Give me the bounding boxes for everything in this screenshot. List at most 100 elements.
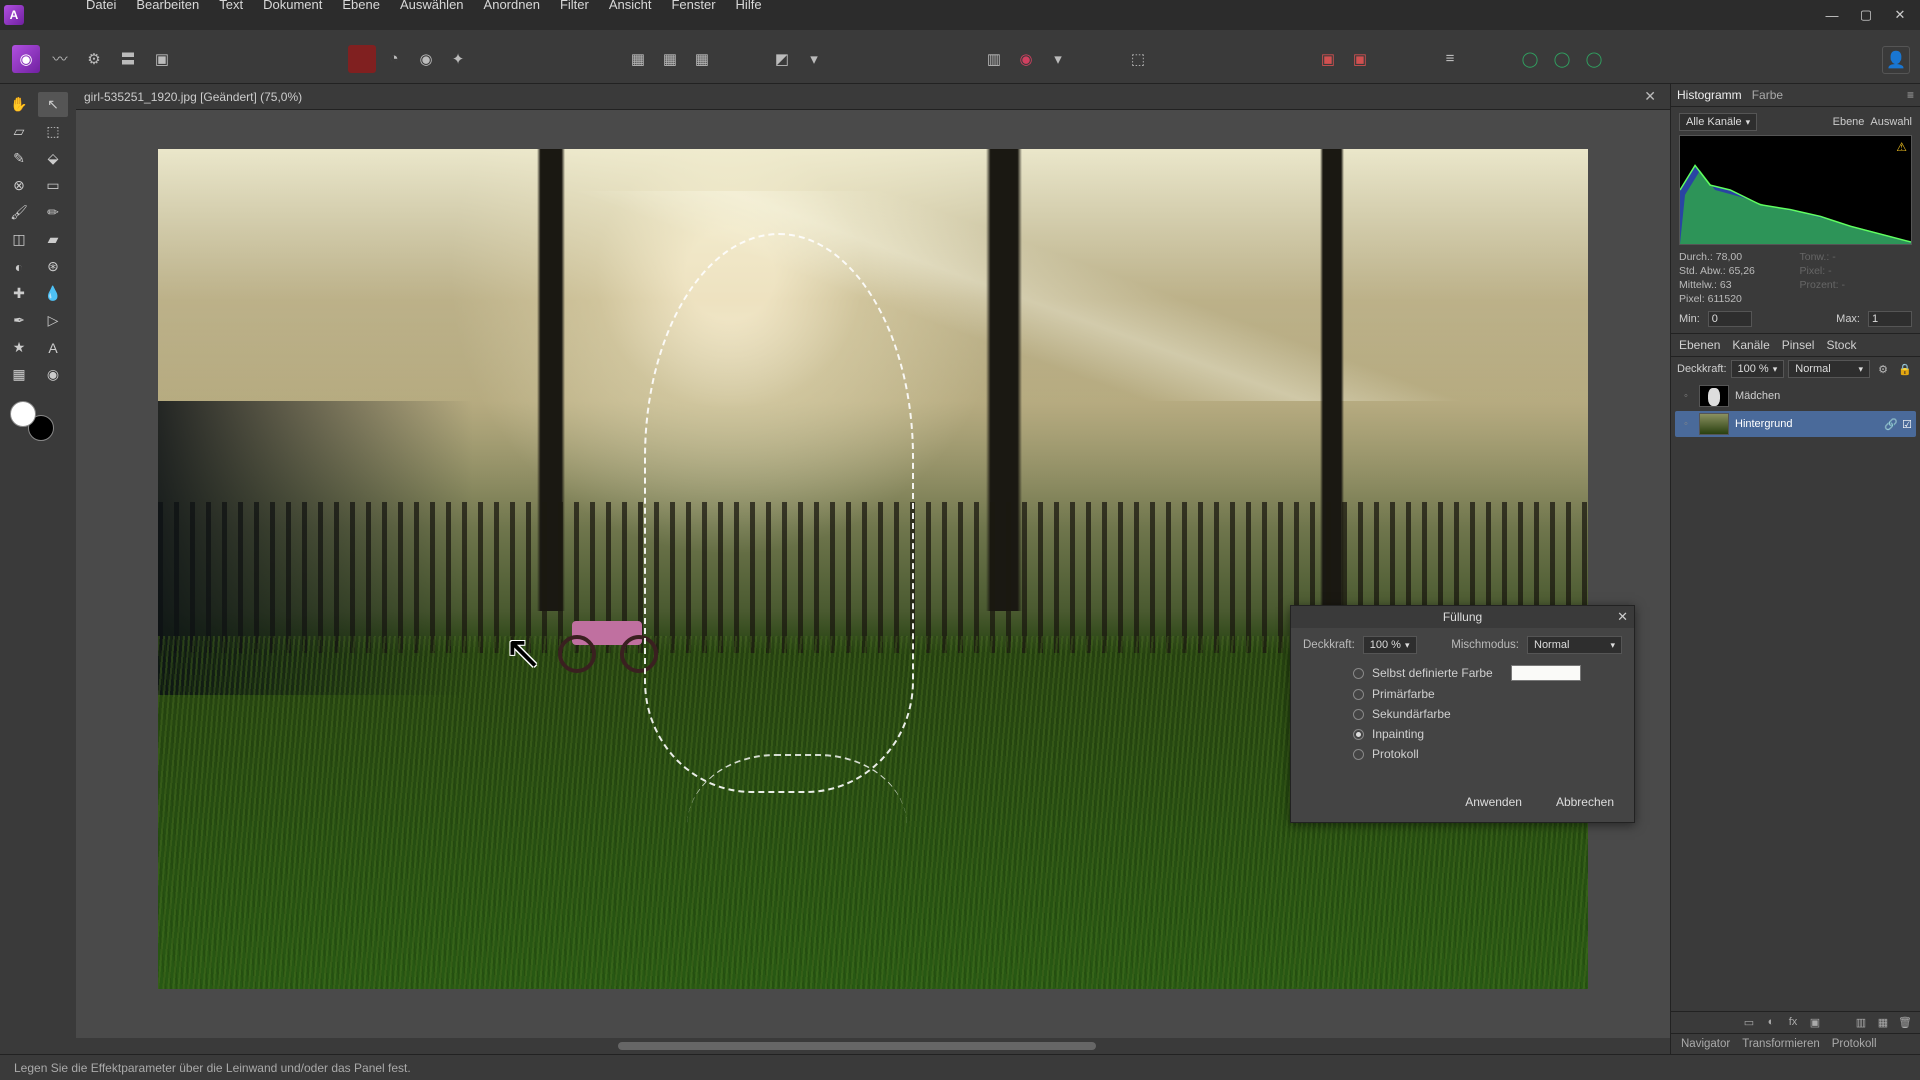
menu-hilfe[interactable]: Hilfe xyxy=(726,0,772,15)
align-icon[interactable]: ≡ xyxy=(1436,45,1464,73)
persona-tone-icon[interactable]: 〓 xyxy=(114,45,142,73)
canvas-viewport[interactable]: ↖ xyxy=(76,110,1670,1038)
persona-develop-icon[interactable]: ⚙ xyxy=(80,45,108,73)
tab-transformieren[interactable]: Transformieren xyxy=(1742,1038,1820,1050)
persona-liquify-icon[interactable]: 〰 xyxy=(46,45,74,73)
menu-text[interactable]: Text xyxy=(209,0,253,15)
window-maximize[interactable]: ▢ xyxy=(1850,3,1882,27)
layer-blend-select[interactable]: Normal▾ xyxy=(1788,360,1870,378)
horizontal-scrollbar[interactable] xyxy=(76,1038,1670,1054)
persona-photo-icon[interactable]: ◉ xyxy=(12,45,40,73)
delete-icon[interactable]: 🗑 xyxy=(1896,1016,1914,1029)
panel-menu-icon[interactable]: ≡ xyxy=(1907,88,1914,102)
dialog-close-icon[interactable]: ✕ xyxy=(1617,609,1628,625)
stamp-tool[interactable]: ⊛ xyxy=(38,254,68,279)
erase-tool[interactable]: ◫ xyxy=(4,227,34,252)
blur-tool[interactable]: 💧 xyxy=(38,281,68,306)
move-tool[interactable]: ↖ xyxy=(38,92,68,117)
pen-tool[interactable]: ✒ xyxy=(4,308,34,333)
arrange-front-icon[interactable]: ▣ xyxy=(1314,45,1342,73)
selection-new-icon[interactable]: ▦ xyxy=(624,45,652,73)
document-tab[interactable]: girl-535251_1920.jpg [Geändert] (75,0%) xyxy=(84,90,302,104)
snapping3-icon[interactable]: ◯ xyxy=(1580,45,1608,73)
menu-datei[interactable]: Datei xyxy=(76,0,126,15)
histo-btn-ebene[interactable]: Ebene xyxy=(1833,116,1865,128)
snapping2-icon[interactable]: ◯ xyxy=(1548,45,1576,73)
hand-tool[interactable]: ✋ xyxy=(4,92,34,117)
adjust-icon[interactable]: ◐ xyxy=(1762,1016,1780,1029)
layer-visibility-icon[interactable]: ◦ xyxy=(1679,418,1693,430)
tab-ebenen[interactable]: Ebenen xyxy=(1679,338,1720,352)
crop-icon[interactable]: ▥ xyxy=(980,45,1008,73)
menu-dokument[interactable]: Dokument xyxy=(253,0,332,15)
dodge-tool[interactable]: ◐ xyxy=(4,254,34,279)
layer-fx-icon[interactable]: ⚙ xyxy=(1874,360,1892,378)
coloring-icon[interactable]: ◉ xyxy=(412,45,440,73)
color-swatch[interactable] xyxy=(10,401,54,441)
tab-protokoll[interactable]: Protokoll xyxy=(1832,1038,1877,1050)
persona-export-icon[interactable]: ▣ xyxy=(148,45,176,73)
cancel-button[interactable]: Abbrechen xyxy=(1548,792,1622,812)
swatch-icon[interactable] xyxy=(348,45,376,73)
menu-auswaehlen[interactable]: Auswählen xyxy=(390,0,474,15)
window-minimize[interactable]: — xyxy=(1816,3,1848,27)
flood-select-tool[interactable]: ⬙ xyxy=(38,146,68,171)
dialog-opacity-select[interactable]: 100 %▾ xyxy=(1363,636,1417,654)
tab-stock[interactable]: Stock xyxy=(1826,338,1856,352)
tab-histogramm[interactable]: Histogramm xyxy=(1677,88,1742,102)
fill-tool[interactable]: ▰ xyxy=(38,227,68,252)
opt-secondary-color[interactable]: Sekundärfarbe xyxy=(1353,704,1622,724)
sampler-icon[interactable]: ◉ xyxy=(1012,45,1040,73)
selection-subtract-icon[interactable]: ▦ xyxy=(688,45,716,73)
apply-button[interactable]: Anwenden xyxy=(1457,792,1530,812)
menu-ebene[interactable]: Ebene xyxy=(332,0,390,15)
menu-bearbeiten[interactable]: Bearbeiten xyxy=(126,0,209,15)
addpixel-icon[interactable]: ▦ xyxy=(1874,1016,1892,1029)
histo-max-input[interactable] xyxy=(1868,311,1912,327)
layer-opacity-select[interactable]: 100 %▾ xyxy=(1731,360,1785,378)
opt-inpainting[interactable]: Inpainting xyxy=(1353,724,1622,744)
layer-visibility-icon[interactable]: ◦ xyxy=(1679,390,1693,402)
shape-tool[interactable]: ★ xyxy=(4,335,34,360)
menu-ansicht[interactable]: Ansicht xyxy=(599,0,662,15)
color-preview[interactable] xyxy=(1511,665,1581,681)
opt-protokoll[interactable]: Protokoll xyxy=(1353,744,1622,764)
selection-add-icon[interactable]: ▦ xyxy=(656,45,684,73)
heal-tool[interactable]: ✚ xyxy=(4,281,34,306)
layer-item-hintergrund[interactable]: ◦ Hintergrund 🔗 ☑ xyxy=(1675,411,1916,437)
menu-anordnen[interactable]: Anordnen xyxy=(474,0,550,15)
eyedropper-tool[interactable]: ◉ xyxy=(38,362,68,387)
arrange-back-icon[interactable]: ▣ xyxy=(1346,45,1374,73)
document-close-icon[interactable]: ✕ xyxy=(1638,88,1662,105)
layer-item-maedchen[interactable]: ◦ Mädchen xyxy=(1675,383,1916,409)
eyedrop-icon[interactable]: ◔ xyxy=(380,45,408,73)
crop-tool[interactable]: ⬚ xyxy=(38,119,68,144)
layer-link-icon[interactable]: 🔗 xyxy=(1884,418,1898,431)
dialog-blend-select[interactable]: Normal▾ xyxy=(1527,636,1622,654)
window-close[interactable]: ✕ xyxy=(1884,3,1916,27)
node-tool[interactable]: ▷ xyxy=(38,308,68,333)
text-tool[interactable]: A xyxy=(38,335,68,360)
pencil-tool[interactable]: ✏ xyxy=(38,200,68,225)
grid-tool[interactable]: ▦ xyxy=(4,362,34,387)
link-icon[interactable]: ⬚ xyxy=(1124,45,1152,73)
snapping1-icon[interactable]: ◯ xyxy=(1516,45,1544,73)
autolevels-icon[interactable]: ✦ xyxy=(444,45,472,73)
mask-icon[interactable]: ▭ xyxy=(1740,1016,1758,1029)
quickmask-icon[interactable]: ◩ xyxy=(768,45,796,73)
tab-kanaele[interactable]: Kanäle xyxy=(1732,338,1769,352)
channels-select[interactable]: Alle Kanäle▾ xyxy=(1679,113,1757,131)
tab-navigator[interactable]: Navigator xyxy=(1681,1038,1730,1050)
histo-min-input[interactable] xyxy=(1708,311,1752,327)
addlayer-icon[interactable]: ▥ xyxy=(1852,1016,1870,1029)
menu-fenster[interactable]: Fenster xyxy=(661,0,725,15)
tab-farbe[interactable]: Farbe xyxy=(1752,88,1783,102)
layer-lock-icon[interactable]: 🔒 xyxy=(1896,360,1914,378)
marquee-tool[interactable]: ▭ xyxy=(38,173,68,198)
selection-brush-tool[interactable]: ✎ xyxy=(4,146,34,171)
group-icon[interactable]: ▣ xyxy=(1806,1016,1824,1029)
opt-custom-color[interactable]: Selbst definierte Farbe xyxy=(1353,662,1622,684)
fx-icon[interactable]: fx xyxy=(1784,1016,1802,1029)
menu-filter[interactable]: Filter xyxy=(550,0,599,15)
account-icon[interactable]: 👤 xyxy=(1882,46,1910,74)
